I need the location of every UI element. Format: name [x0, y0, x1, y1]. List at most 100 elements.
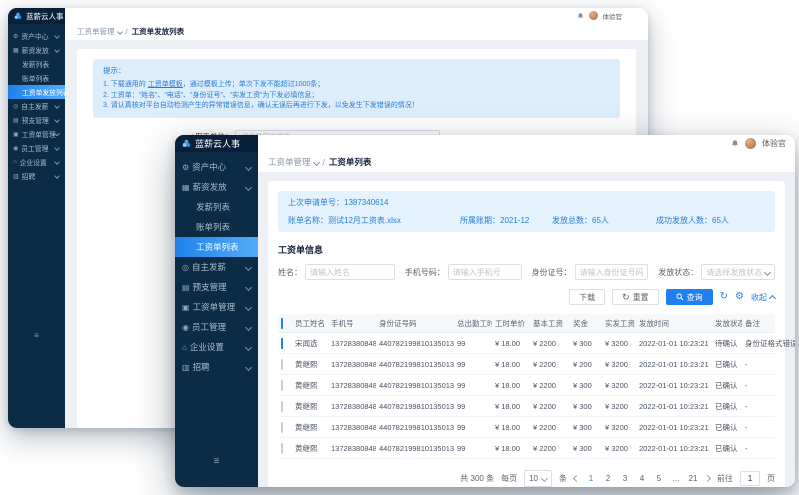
page-number-1[interactable]: 1 — [586, 474, 596, 483]
select-all-checkbox[interactable] — [281, 318, 283, 329]
sidebar-item-label: 工资单发放列表 — [22, 87, 65, 97]
sidebar-item-资产中心[interactable]: ⚙资产中心 — [175, 157, 258, 177]
template-link[interactable]: 工资单模板 — [148, 81, 183, 88]
table-cell: 2022-01-01 10:23:21 — [636, 417, 712, 438]
row-checkbox[interactable] — [281, 359, 283, 370]
table-row: 黄继熙1372838084844078219981013501399¥ 18.0… — [278, 396, 775, 417]
row-checkbox[interactable] — [281, 338, 283, 349]
sidebar-item-label: 员工管理 — [21, 143, 48, 153]
page-number-5[interactable]: 5 — [654, 474, 664, 483]
sidebar-item-员工管理[interactable]: ◉员工管理 — [175, 317, 258, 337]
avatar[interactable] — [589, 11, 598, 20]
row-checkbox-cell — [278, 417, 292, 438]
page-number-4[interactable]: 4 — [637, 474, 647, 483]
chevron-down-icon — [245, 283, 252, 290]
filter-label: 手机号码： — [405, 267, 445, 278]
table-cell: ¥ 3200 — [602, 417, 636, 438]
goto-page-input[interactable] — [740, 471, 760, 486]
sidebar-item-预支管理[interactable]: ▤预支管理 — [175, 277, 258, 297]
chevron-down-icon — [245, 303, 252, 310]
people-icon: ◉ — [182, 323, 189, 332]
gear-icon: ⚙ — [13, 33, 18, 40]
table-cell: - — [742, 375, 775, 396]
page-number-3[interactable]: 3 — [620, 474, 630, 483]
filter-input[interactable] — [305, 264, 395, 280]
sidebar-item-工资单管理[interactable]: ▣工资单管理 — [175, 297, 258, 317]
page-number-21[interactable]: 21 — [688, 474, 698, 483]
filter-select[interactable]: 请选择发放状态 — [701, 264, 775, 280]
breadcrumb-section[interactable]: 工资单管理 — [77, 26, 115, 37]
send-icon: ▦ — [182, 183, 190, 192]
banner-detail-item: 所属账期：2021-12 — [460, 215, 552, 226]
sidebar-item-发薪列表[interactable]: 发薪列表 — [175, 197, 258, 217]
row-checkbox[interactable] — [281, 443, 283, 454]
chevron-down-icon — [54, 173, 60, 179]
next-page-button[interactable] — [704, 475, 711, 482]
sidebar-item-自主发薪[interactable]: ◎自主发薪 — [8, 99, 65, 113]
table-cell: 440782199810135013 — [376, 333, 454, 354]
sidebar-item-工资单管理[interactable]: ▣工资单管理 — [8, 127, 65, 141]
gear-icon[interactable]: ⚙ — [735, 292, 744, 302]
sidebar-item-企业设置[interactable]: ⌂企业设置 — [8, 155, 65, 169]
user-name[interactable]: 体验官 — [762, 138, 786, 149]
search-button[interactable]: 查询 — [666, 289, 713, 305]
sidebar-item-招聘[interactable]: ▥招聘 — [8, 169, 65, 183]
user-name[interactable]: 体验官 — [603, 11, 623, 21]
sidebar-item-薪资发放[interactable]: ▦薪资发放 — [8, 43, 65, 57]
refresh-icon[interactable]: ↻ — [720, 292, 728, 302]
column-header: 奖金 — [570, 314, 602, 333]
briefcase-icon: ▥ — [182, 363, 190, 372]
table-cell: ¥ 2200 — [530, 396, 570, 417]
sidebar-item-账单列表[interactable]: 账单列表 — [8, 71, 65, 85]
sidebar-item-label: 工资单管理 — [22, 129, 56, 139]
sidebar-item-资产中心[interactable]: ⚙资产中心 — [8, 29, 65, 43]
breadcrumb: 工资单管理 / 工资单发放列表 — [65, 23, 648, 41]
row-checkbox[interactable] — [281, 422, 283, 433]
breadcrumb-section[interactable]: 工资单管理 — [268, 156, 311, 168]
collapse-toggle[interactable]: 收起 — [751, 292, 775, 303]
sidebar-item-工资单发放列表[interactable]: 工资单发放列表 — [8, 85, 65, 99]
per-page-value: 10 — [529, 474, 538, 483]
sidebar-item-发薪列表[interactable]: 发薪列表 — [8, 57, 65, 71]
gear-icon: ⚙ — [182, 163, 189, 172]
page-number-...[interactable]: ... — [671, 474, 681, 483]
bell-icon[interactable] — [731, 139, 739, 148]
sidebar-item-账单列表[interactable]: 账单列表 — [175, 217, 258, 237]
bell-icon[interactable] — [577, 12, 584, 20]
sidebar-menu: ⚙资产中心▦薪资发放发薪列表账单列表工资单发放列表 ◎自主发薪▤预支管理▣工资单管… — [8, 24, 65, 428]
filter-label: 身份证号： — [532, 267, 572, 278]
column-header: 备注 — [742, 314, 775, 333]
sidebar-collapse-icon[interactable]: ≡ — [175, 456, 258, 467]
reset-button[interactable]: ↻重置 — [612, 289, 659, 305]
sidebar-item-label: 员工管理 — [192, 321, 226, 333]
chevron-down-icon — [245, 343, 252, 350]
table-cell: ¥ 3200 — [602, 375, 636, 396]
download-label: 下载 — [579, 292, 595, 303]
row-checkbox[interactable] — [281, 380, 283, 391]
last-apply-number[interactable]: 上次申请单号：1387340614 — [288, 197, 765, 208]
sidebar-item-薪资发放[interactable]: ▦薪资发放 — [175, 177, 258, 197]
sidebar-item-招聘[interactable]: ▥招聘 — [175, 357, 258, 377]
sidebar-collapse-icon[interactable]: ≡ — [8, 331, 65, 340]
sidebar-item-企业设置[interactable]: ⌂企业设置 — [175, 337, 258, 357]
briefcase-icon: ▥ — [13, 173, 19, 180]
download-button[interactable]: 下载 — [569, 289, 605, 305]
table-cell: 黄继熙 — [292, 417, 328, 438]
filter-input[interactable] — [448, 264, 522, 280]
sidebar-item-预支管理[interactable]: ▤预支管理 — [8, 113, 65, 127]
send-icon: ▦ — [13, 47, 19, 54]
prev-page-button[interactable] — [573, 475, 580, 482]
column-header: 工时单价 — [492, 314, 530, 333]
sidebar-item-label: 招聘 — [193, 361, 210, 373]
sidebar-item-自主发薪[interactable]: ◎自主发薪 — [175, 257, 258, 277]
avatar[interactable] — [745, 138, 756, 149]
chevron-down-icon — [54, 47, 60, 53]
filter-field: 手机号码： — [405, 264, 522, 280]
sidebar-item-工资单列表[interactable]: 工资单列表 — [175, 237, 258, 257]
row-checkbox[interactable] — [281, 401, 283, 412]
filter-input[interactable] — [575, 264, 649, 280]
page-number-2[interactable]: 2 — [603, 474, 613, 483]
sidebar-item-label: 自主发薪 — [21, 101, 48, 111]
per-page-select[interactable]: 10 — [524, 470, 552, 487]
sidebar-item-员工管理[interactable]: ◉员工管理 — [8, 141, 65, 155]
